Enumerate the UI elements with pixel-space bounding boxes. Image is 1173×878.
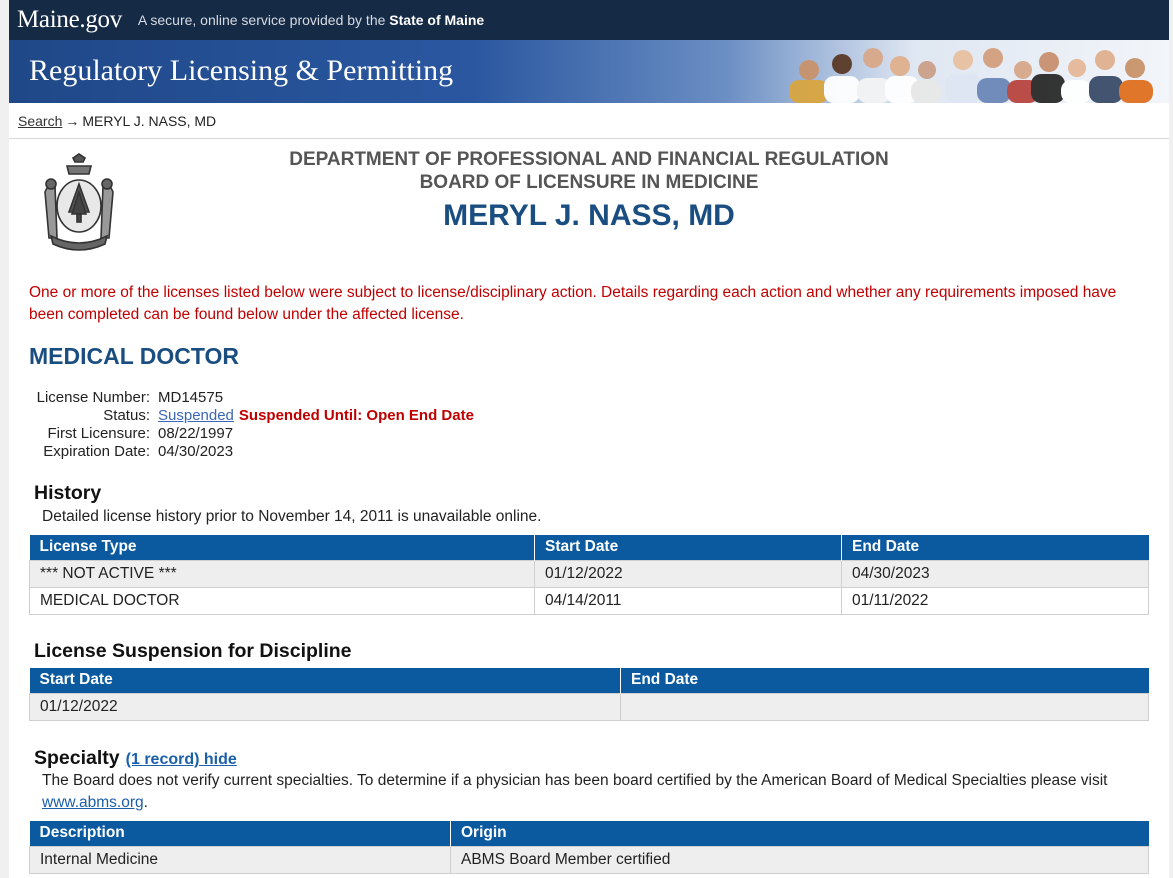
history-header-row: License Type Start Date End Date: [29, 535, 1149, 560]
suspension-table: Start Date End Date 01/12/2022: [29, 668, 1149, 721]
licensee-name: MERYL J. NASS, MD: [443, 199, 735, 232]
disciplinary-notice: One or more of the licenses listed below…: [29, 284, 1117, 323]
tagline-text: A secure, online service provided by the: [137, 12, 386, 28]
specialty-note: The Board does not verify current specia…: [42, 770, 1152, 814]
first-licensure-row: First Licensure: 08/22/1997: [29, 425, 474, 443]
table-row: *** NOT ACTIVE *** 01/12/2022 04/30/2023: [29, 559, 1149, 588]
history-title: History: [34, 482, 102, 504]
table-cell: 04/30/2023: [841, 559, 1149, 588]
table-cell: MEDICAL DOCTOR: [29, 586, 535, 615]
column-header: End Date: [841, 535, 1149, 560]
professionals-photo-icon: [789, 48, 1153, 103]
banner-title: Regulatory Licensing & Permitting: [29, 54, 454, 87]
expiration-row: Expiration Date: 04/30/2023: [29, 443, 474, 461]
license-status-label: Status:: [103, 407, 150, 424]
table-cell: [620, 692, 1149, 721]
table-row: 01/12/2022: [29, 692, 1149, 721]
suspension-status-note: Suspended Until: Open End Date: [238, 407, 474, 424]
history-note: Detailed license history prior to Novemb…: [42, 508, 542, 525]
table-cell: *** NOT ACTIVE ***: [29, 559, 535, 588]
expiration-label: Expiration Date:: [43, 443, 150, 460]
license-section-title: MEDICAL DOCTOR: [29, 343, 239, 369]
table-cell: 04/14/2011: [534, 586, 842, 615]
maine-gov-logo[interactable]: Maine.gov: [17, 6, 122, 34]
site-banner: Regulatory Licensing & Permitting: [9, 40, 1169, 103]
specialty-toggle-link[interactable]: (1 record) hide: [126, 751, 237, 768]
table-cell: ABMS Board Member certified: [450, 845, 1149, 874]
license-status-row: Status: Suspended Suspended Until: Open E…: [29, 407, 474, 425]
license-details: License Number: MD14575 Status: Suspende…: [29, 389, 474, 461]
column-header: Description: [29, 821, 451, 846]
top-bar: Maine.gov A secure, online service provi…: [9, 0, 1169, 40]
breadcrumb: Search → MERYL J. NASS, MD: [9, 103, 1169, 139]
table-cell: Internal Medicine: [29, 845, 451, 874]
specialty-note-text: The Board does not verify current specia…: [42, 772, 1108, 789]
column-header: End Date: [620, 668, 1149, 693]
table-row: Internal Medicine ABMS Board Member cert…: [29, 845, 1149, 874]
column-header: License Type: [29, 535, 535, 560]
column-header: Start Date: [534, 535, 842, 560]
specialty-header-row: Description Origin: [29, 821, 1149, 846]
suspension-title: License Suspension for Discipline: [34, 640, 352, 662]
table-cell: 01/12/2022: [29, 692, 621, 721]
abms-link[interactable]: www.abms.org: [42, 794, 144, 811]
table-row: MEDICAL DOCTOR 04/14/2011 01/11/2022: [29, 586, 1149, 615]
breadcrumb-search-link[interactable]: Search: [18, 113, 62, 129]
license-number-value: MD14575: [158, 389, 224, 406]
license-number-label: License Number:: [36, 389, 150, 406]
tagline-state: State of Maine: [389, 12, 485, 28]
department-name: DEPARTMENT OF PROFESSIONAL AND FINANCIAL…: [289, 149, 889, 170]
board-name: BOARD OF LICENSURE IN MEDICINE: [419, 172, 759, 193]
specialty-note-suffix: .: [143, 794, 148, 811]
breadcrumb-arrow: →: [65, 112, 80, 129]
site-tagline: A secure, online service provided by the…: [138, 12, 484, 28]
expiration-value: 04/30/2023: [158, 443, 234, 460]
breadcrumb-current: MERYL J. NASS, MD: [82, 112, 217, 129]
table-cell: 01/12/2022: [534, 559, 842, 588]
history-table: License Type Start Date End Date *** NOT…: [29, 535, 1149, 615]
first-licensure-value: 08/22/1997: [158, 425, 234, 442]
page: Maine.gov A secure, online service provi…: [9, 0, 1169, 878]
specialty-header: Specialty (1 record) hide: [34, 747, 237, 770]
specialty-table: Description Origin Internal Medicine ABM…: [29, 821, 1149, 874]
first-licensure-label: First Licensure:: [47, 425, 150, 442]
status-suspended-link[interactable]: Suspended: [158, 407, 234, 424]
specialty-title: Specialty: [34, 747, 120, 769]
column-header: Start Date: [29, 668, 621, 693]
table-cell: 01/11/2022: [841, 586, 1149, 615]
column-header: Origin: [450, 821, 1149, 846]
suspension-header-row: Start Date End Date: [29, 668, 1149, 693]
license-number-row: License Number: MD14575: [29, 389, 474, 407]
